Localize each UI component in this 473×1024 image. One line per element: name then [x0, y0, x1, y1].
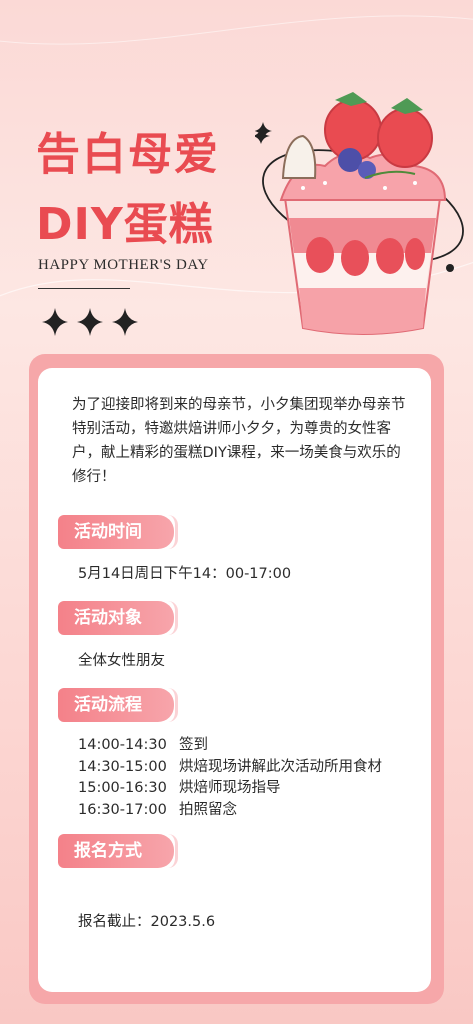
tag-signup-method: 报名方式 [58, 834, 178, 868]
tag-activity-time: 活动时间 [58, 515, 178, 549]
title-line-1: 告白母爱 [36, 129, 220, 180]
tag-activity-audience: 活动对象 [58, 601, 178, 635]
title-line-2: DIY蛋糕 [36, 199, 214, 250]
sparkle-stars-icon [42, 308, 138, 336]
schedule-time: 16:30-17:00 [78, 801, 167, 818]
signup-deadline: 报名截止：2023.5.6 [78, 914, 216, 930]
schedule-list: 14:00-14:30 签到 14:30-15:00 烘焙现场讲解此次活动所用食… [78, 735, 382, 821]
subtitle: HAPPY MOTHER'S DAY [38, 257, 209, 273]
activity-audience-value: 全体女性朋友 [78, 653, 165, 669]
schedule-row: 15:00-16:30 烘焙师现场指导 [78, 778, 382, 800]
strawberry-cake-cup-illustration [255, 92, 464, 335]
intro-paragraph: 为了迎接即将到来的母亲节，小夕集团现举办母亲节特别活动，特邀烘焙讲师小夕夕，为尊… [72, 397, 406, 485]
subtitle-divider [38, 288, 130, 289]
schedule-desc: 拍照留念 [179, 801, 237, 818]
schedule-desc: 烘焙师现场指导 [179, 780, 281, 796]
activity-time-value: 5月14日周日下午14：00-17:00 [78, 566, 292, 582]
schedule-row: 14:30-15:00 烘焙现场讲解此次活动所用食材 [78, 757, 382, 779]
schedule-time: 15:00-16:30 [78, 780, 167, 796]
schedule-row: 16:30-17:00 拍照留念 [78, 800, 382, 822]
schedule-time: 14:30-15:00 [78, 758, 167, 775]
schedule-row: 14:00-14:30 签到 [78, 735, 382, 757]
schedule-time: 14:00-14:30 [78, 737, 167, 753]
schedule-desc: 签到 [179, 737, 208, 753]
schedule-desc: 烘焙现场讲解此次活动所用食材 [179, 758, 382, 775]
tag-activity-flow: 活动流程 [58, 688, 178, 722]
